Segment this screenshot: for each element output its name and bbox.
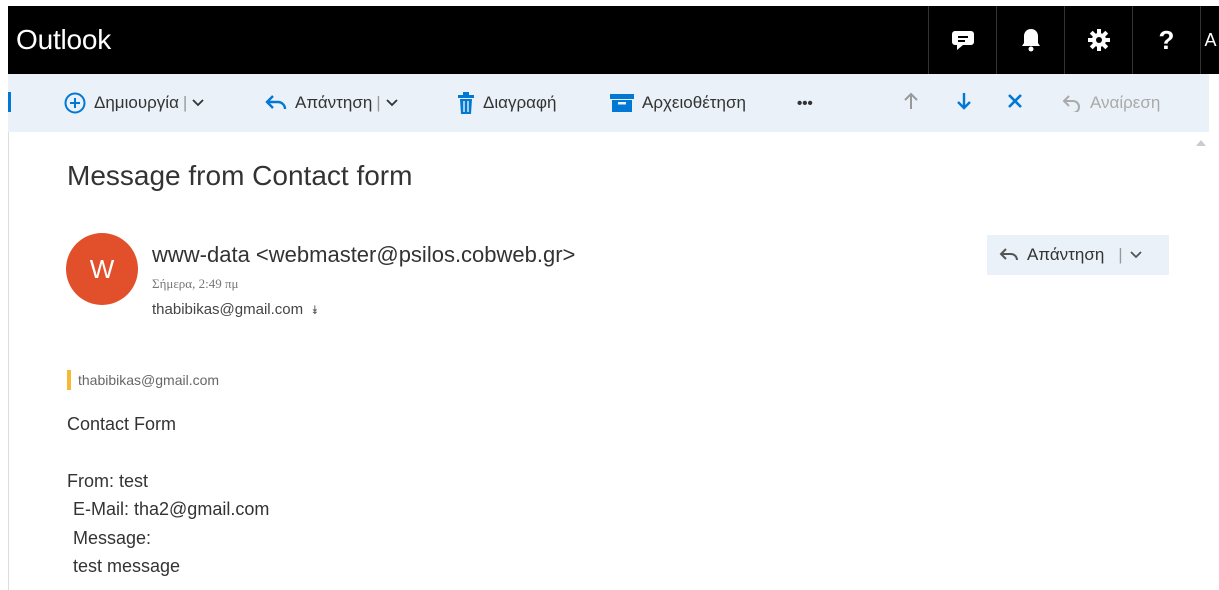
expand-recipients-icon[interactable]: ⯯: [311, 303, 318, 317]
scroll-up-arrow-icon[interactable]: [1196, 140, 1206, 146]
undo-label: Αναίρεση: [1090, 93, 1161, 112]
body-from: From: test: [67, 471, 149, 491]
account-avatar[interactable]: A: [1200, 6, 1219, 74]
reply-label: Απάντηση: [295, 93, 373, 112]
message-subject: Message from Contact form: [67, 160, 413, 191]
trash-icon: [457, 92, 475, 114]
close-message-button[interactable]: [1006, 74, 1024, 132]
divider: |: [182, 93, 188, 112]
next-message-button[interactable]: [955, 74, 973, 132]
chevron-down-icon[interactable]: [385, 98, 399, 108]
pane-edge: [8, 92, 11, 112]
pane-divider: [8, 132, 9, 590]
app-title[interactable]: Outlook: [16, 24, 111, 56]
more-icon: •••: [797, 94, 813, 112]
body-message-label: Message:: [73, 528, 152, 548]
delete-label: Διαγραφή: [483, 93, 557, 112]
new-label: Δημιουργία: [94, 93, 179, 112]
chevron-down-icon[interactable]: [1129, 250, 1143, 260]
undo-icon: [1062, 94, 1082, 112]
quoted-email: thabibikas@gmail.com: [78, 372, 220, 388]
reply-label: Απάντηση: [1027, 245, 1105, 264]
divider: |: [1118, 245, 1123, 264]
previous-message-button[interactable]: [902, 74, 920, 132]
recipient-line[interactable]: thabibikas@gmail.com ⯯: [152, 301, 318, 318]
body-heading: Contact Form: [67, 414, 177, 434]
new-button[interactable]: Δημιουργία |: [64, 74, 205, 132]
archive-icon: [610, 93, 634, 113]
archive-label: Αρχειοθέτηση: [642, 93, 746, 112]
command-bar: Δημιουργία | Απάντηση | Διαγραφή Αρχειοθ…: [8, 74, 1209, 132]
add-circle-icon: [64, 92, 86, 114]
arrow-down-icon: [955, 91, 973, 116]
archive-button[interactable]: Αρχειοθέτηση: [610, 74, 746, 132]
chat-icon[interactable]: [928, 6, 996, 74]
bell-icon[interactable]: [996, 6, 1064, 74]
arrow-up-icon: [902, 91, 920, 116]
delete-button[interactable]: Διαγραφή: [457, 74, 556, 132]
sender-avatar[interactable]: W: [66, 233, 138, 305]
reply-icon: [265, 94, 287, 112]
body-message-text: test message: [73, 556, 181, 576]
reply-button[interactable]: Απάντηση |: [265, 74, 399, 132]
more-options-button[interactable]: •••: [797, 74, 813, 132]
reply-icon: [999, 247, 1019, 263]
help-icon[interactable]: ?: [1132, 6, 1200, 74]
sender-name[interactable]: www-data <webmaster@psilos.cobweb.gr>: [152, 242, 575, 268]
body-email: E-Mail: tha2@gmail.com: [73, 499, 270, 519]
divider: |: [376, 93, 381, 112]
chevron-down-icon[interactable]: [191, 98, 205, 108]
sent-date: Σήμερα, 2:49 πμ: [152, 276, 239, 291]
quote-marker: [67, 370, 71, 390]
gear-icon[interactable]: [1064, 6, 1132, 74]
reply-message-button[interactable]: Απάντηση |: [987, 235, 1169, 275]
undo-button[interactable]: Αναίρεση: [1062, 74, 1160, 132]
close-icon: [1006, 92, 1024, 115]
recipient-email[interactable]: thabibikas@gmail.com: [152, 301, 303, 318]
top-bar: Outlook ? A: [8, 6, 1219, 74]
